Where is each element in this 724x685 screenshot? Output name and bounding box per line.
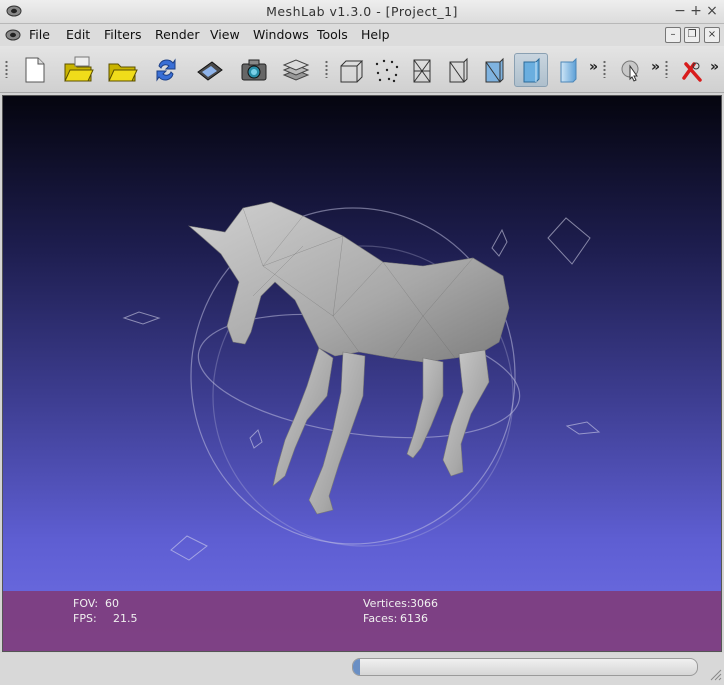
3d-viewport[interactable]: FOV: 60 FPS: 21.5 Vertices: 3066 Faces: …	[2, 95, 722, 652]
progress-bar-fill	[353, 659, 360, 675]
main-toolbar: » » »	[0, 46, 724, 93]
menu-help[interactable]: Help	[361, 27, 390, 42]
menu-windows[interactable]: Windows	[253, 27, 309, 42]
mdi-close-button[interactable]: ×	[704, 27, 720, 43]
toolbar-more-button[interactable]: »	[589, 59, 598, 75]
menu-bar: File Edit Filters Render View Windows To…	[0, 24, 724, 46]
progress-bar	[352, 658, 698, 676]
toolbar-more-button[interactable]: »	[710, 59, 719, 75]
menu-edit[interactable]: Edit	[66, 27, 90, 42]
reload-icon[interactable]	[150, 54, 182, 86]
menu-file[interactable]: File	[29, 27, 50, 42]
toolbar-separator	[665, 60, 668, 78]
menu-view[interactable]: View	[210, 27, 240, 42]
save-icon[interactable]	[194, 54, 226, 86]
snapshot-camera-icon[interactable]	[238, 54, 270, 86]
new-document-icon[interactable]	[18, 54, 50, 86]
vertices-label: Vertices:	[363, 597, 411, 610]
fps-label: FPS:	[73, 612, 97, 625]
toolbar-separator	[325, 60, 328, 78]
info-panel: FOV: 60 FPS: 21.5 Vertices: 3066 Faces: …	[3, 591, 721, 651]
pick-tool-icon[interactable]	[614, 54, 646, 86]
title-bar: MeshLab v1.3.0 - [Project_1] − + ×	[0, 0, 724, 24]
fps-value: 21.5	[113, 612, 138, 625]
mdi-restore-button[interactable]: ❐	[684, 27, 700, 43]
faces-label: Faces:	[363, 612, 398, 625]
menu-tools[interactable]: Tools	[317, 27, 348, 42]
close-button[interactable]: ×	[704, 3, 720, 19]
mdi-minimize-button[interactable]: –	[665, 27, 681, 43]
points-icon[interactable]	[370, 54, 402, 86]
open-folder-icon[interactable]	[62, 54, 94, 86]
menu-render[interactable]: Render	[155, 27, 200, 42]
layers-icon[interactable]	[280, 54, 312, 86]
horse-mesh-scene[interactable]	[3, 96, 722, 596]
smooth-shading-icon[interactable]	[552, 54, 584, 86]
delete-tool-icon[interactable]	[676, 54, 708, 86]
document-menu-icon[interactable]	[5, 28, 21, 42]
wireframe-icon[interactable]	[406, 54, 438, 86]
flat-shading-icon[interactable]	[514, 53, 548, 87]
window-title: MeshLab v1.3.0 - [Project_1]	[266, 4, 458, 19]
flat-lines-icon[interactable]	[478, 54, 510, 86]
maximize-button[interactable]: +	[688, 3, 704, 19]
fov-value: 60	[105, 597, 119, 610]
toolbar-separator	[603, 60, 606, 78]
faces-value: 6136	[400, 612, 428, 625]
fov-label: FOV:	[73, 597, 99, 610]
resize-grip-icon[interactable]	[708, 667, 722, 681]
menu-filters[interactable]: Filters	[104, 27, 141, 42]
open-project-icon[interactable]	[106, 54, 138, 86]
minimize-button[interactable]: −	[672, 3, 688, 19]
hidden-lines-icon[interactable]	[442, 54, 474, 86]
vertices-value: 3066	[410, 597, 438, 610]
toolbar-handle[interactable]	[5, 60, 8, 78]
toolbar-more-button[interactable]: »	[651, 59, 660, 75]
bounding-box-icon[interactable]	[335, 54, 367, 86]
